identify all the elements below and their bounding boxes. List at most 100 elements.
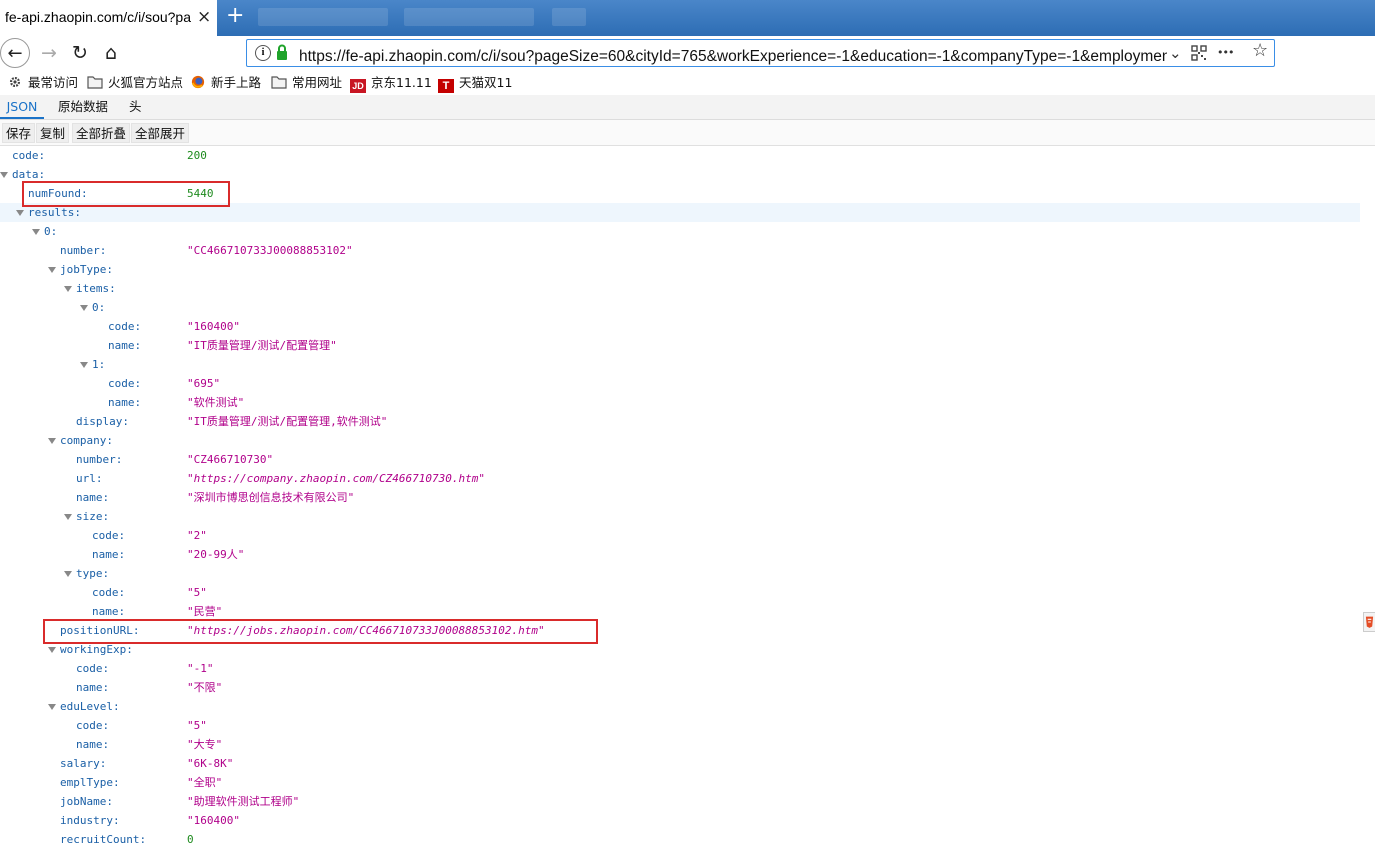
json-row: url: "https://company.zhaopin.com/CZ46671… (0, 469, 1360, 488)
bookmark-label: 最常访问 (28, 75, 79, 90)
expand-toggle-icon[interactable] (48, 704, 56, 710)
save-button[interactable]: 保存 (2, 123, 36, 143)
expand-toggle-icon[interactable] (32, 229, 40, 235)
json-value: "5" (187, 719, 207, 732)
json-row[interactable]: 0: (0, 222, 1360, 241)
json-row[interactable]: 0: (0, 298, 1360, 317)
json-value: 0 (187, 833, 194, 843)
bookmark-star-icon[interactable]: ☆ (1252, 40, 1268, 62)
qr-code-icon[interactable] (1191, 45, 1207, 61)
background-tab[interactable] (552, 8, 586, 26)
json-value: "全职" (187, 776, 223, 789)
expand-toggle-icon[interactable] (16, 210, 24, 216)
tab-headers[interactable]: 头 (129, 95, 142, 119)
expand-toggle-icon[interactable] (0, 172, 8, 178)
forward-button[interactable]: → (35, 39, 63, 67)
back-button[interactable]: ← (0, 38, 30, 68)
json-row[interactable]: company: (0, 431, 1360, 450)
json-key: salary: (60, 757, 107, 770)
bookmark-label: 天猫双11 (459, 75, 513, 90)
more-actions-icon[interactable]: ••• (1217, 42, 1234, 64)
json-row[interactable]: eduLevel: (0, 697, 1360, 716)
json-key: display: (76, 415, 129, 428)
json-value: "助理软件测试工程师" (187, 795, 300, 808)
expand-toggle-icon[interactable] (64, 571, 72, 577)
reload-button[interactable]: ↻ (66, 39, 94, 67)
expand-toggle-icon[interactable] (80, 362, 88, 368)
info-icon[interactable]: i (255, 45, 271, 61)
bookmark-firefox-official[interactable]: 火狐官方站点 (87, 74, 183, 92)
json-row: name: "IT质量管理/测试/配置管理" (0, 336, 1360, 355)
json-row: code: "5" (0, 716, 1360, 735)
bookmark-jd[interactable]: JD 京东11.11 (350, 74, 432, 93)
reload-icon: ↻ (72, 42, 88, 64)
json-row[interactable]: jobType: (0, 260, 1360, 279)
gear-icon (9, 76, 21, 88)
json-value: "20-99人" (187, 548, 245, 561)
json-row: code: 200 (0, 146, 1360, 165)
bookmark-tmall[interactable]: T 天猫双11 (438, 74, 513, 93)
json-key: number: (60, 244, 107, 257)
background-tab[interactable] (258, 8, 388, 26)
json-row: name: "软件测试" (0, 393, 1360, 412)
json-tree: code: 200 data: numFound: 5440 results: 0: numb… (0, 146, 1375, 843)
url-bar[interactable]: i https://fe-api.zhaopin.com/c/i/sou?pag… (246, 39, 1275, 67)
json-value: "5" (187, 586, 207, 599)
tab-json[interactable]: JSON (0, 95, 44, 119)
json-row: salary: "6K-8K" (0, 754, 1360, 773)
bookmark-label: 常用网址 (292, 75, 343, 90)
json-row: code: "2" (0, 526, 1360, 545)
html5-icon[interactable] (1363, 612, 1375, 632)
collapse-all-button[interactable]: 全部折叠 (72, 123, 131, 143)
expand-toggle-icon[interactable] (64, 514, 72, 520)
url-input[interactable]: https://fe-api.zhaopin.com/c/i/sou?pageS… (299, 44, 1167, 66)
json-value: "IT质量管理/测试/配置管理,软件测试" (187, 415, 388, 428)
json-value: "-1" (187, 662, 214, 675)
json-value: "大专" (187, 738, 223, 751)
bookmark-common-sites[interactable]: 常用网址 (271, 74, 342, 92)
expand-toggle-icon[interactable] (48, 647, 56, 653)
json-value[interactable]: "https://company.zhaopin.com/CZ466710730… (187, 469, 485, 488)
bookmark-most-visited[interactable]: 最常访问 (7, 74, 78, 92)
json-key: code: (76, 662, 110, 675)
json-key: emplType: (60, 776, 120, 789)
dropdown-icon[interactable]: ⌄ (1169, 42, 1182, 64)
json-value: "CZ466710730" (187, 453, 274, 466)
json-key: name: (76, 491, 110, 504)
json-row: code: "160400" (0, 317, 1360, 336)
json-row[interactable]: 1: (0, 355, 1360, 374)
expand-toggle-icon[interactable] (48, 267, 56, 273)
json-row: display: "IT质量管理/测试/配置管理,软件测试" (0, 412, 1360, 431)
json-row: industry: "160400" (0, 811, 1360, 830)
json-row: name: "大专" (0, 735, 1360, 754)
bookmark-getting-started[interactable]: 新手上路 (190, 74, 261, 92)
browser-tab-active[interactable]: fe-api.zhaopin.com/c/i/sou?pageSize=60&c… (0, 0, 217, 36)
expand-toggle-icon[interactable] (64, 286, 72, 292)
json-key: code: (108, 320, 142, 333)
copy-button[interactable]: 复制 (36, 123, 70, 143)
json-row[interactable]: items: (0, 279, 1360, 298)
tab-raw-data[interactable]: 原始数据 (58, 95, 108, 119)
json-key: code: (92, 529, 126, 542)
home-button[interactable]: ⌂ (97, 39, 125, 67)
expand-toggle-icon[interactable] (80, 305, 88, 311)
tab-title: fe-api.zhaopin.com/c/i/sou?pageSize=60&c… (5, 9, 191, 25)
navigation-bar: ← → ↻ ⌂ i https://fe-api.zhaopin.com/c/i… (0, 36, 1375, 71)
background-tab[interactable] (404, 8, 534, 26)
json-row[interactable]: type: (0, 564, 1360, 583)
forward-arrow-icon: → (41, 42, 57, 64)
json-key: items: (76, 282, 116, 295)
bookmark-label: 新手上路 (211, 75, 262, 90)
new-tab-button[interactable]: + (226, 3, 244, 29)
json-value: "深圳市博思创信息技术有限公司" (187, 491, 355, 504)
home-icon: ⌂ (104, 42, 118, 64)
json-row[interactable]: size: (0, 507, 1360, 526)
expand-toggle-icon[interactable] (48, 438, 56, 444)
json-key: size: (76, 510, 110, 523)
close-tab-icon[interactable]: × (197, 8, 211, 26)
json-key: company: (60, 434, 113, 447)
json-key: eduLevel: (60, 700, 120, 713)
json-key: code: (12, 149, 46, 162)
expand-all-button[interactable]: 全部展开 (131, 123, 190, 143)
highlight-box-positionurl (43, 619, 598, 644)
